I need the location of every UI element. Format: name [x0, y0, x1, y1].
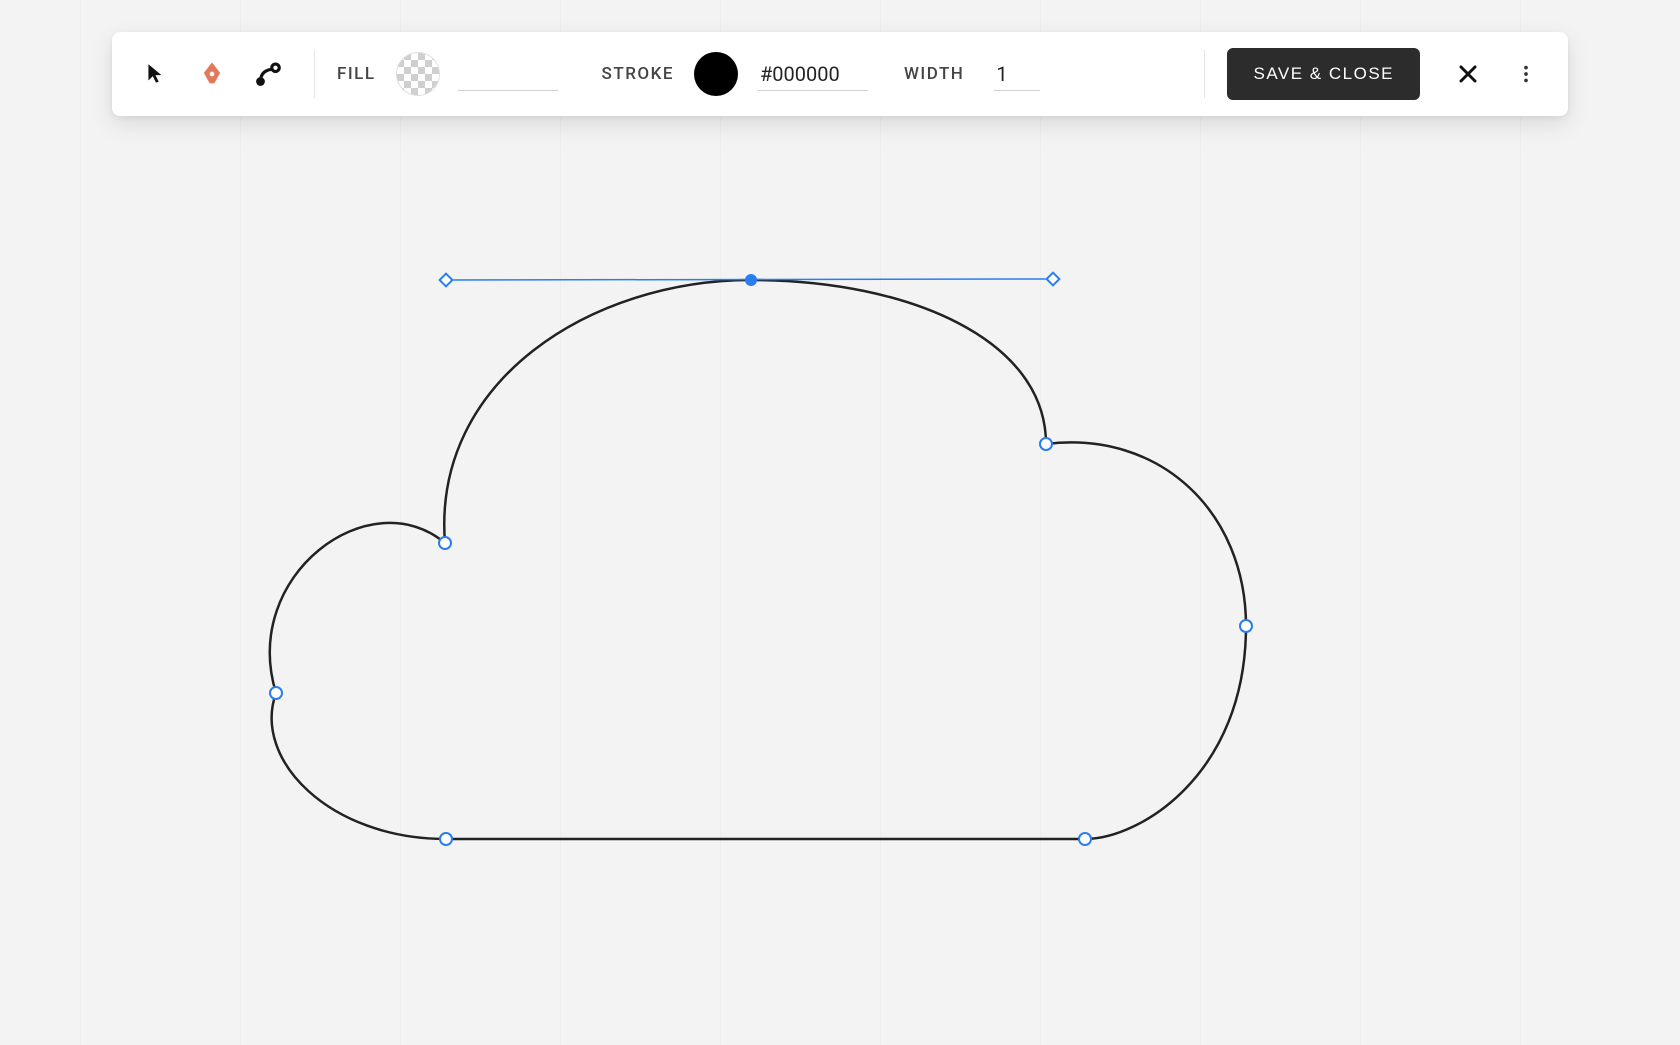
anchor-point[interactable] [1239, 619, 1253, 633]
anchor-point[interactable] [438, 536, 452, 550]
anchor-point[interactable] [1078, 832, 1092, 846]
anchor-point[interactable] [439, 832, 453, 846]
shape-path[interactable] [270, 280, 1246, 839]
anchor-point-selected[interactable] [745, 274, 757, 286]
anchor-point[interactable] [269, 686, 283, 700]
editor-canvas[interactable] [0, 0, 1680, 1045]
anchor-point[interactable] [1039, 437, 1053, 451]
